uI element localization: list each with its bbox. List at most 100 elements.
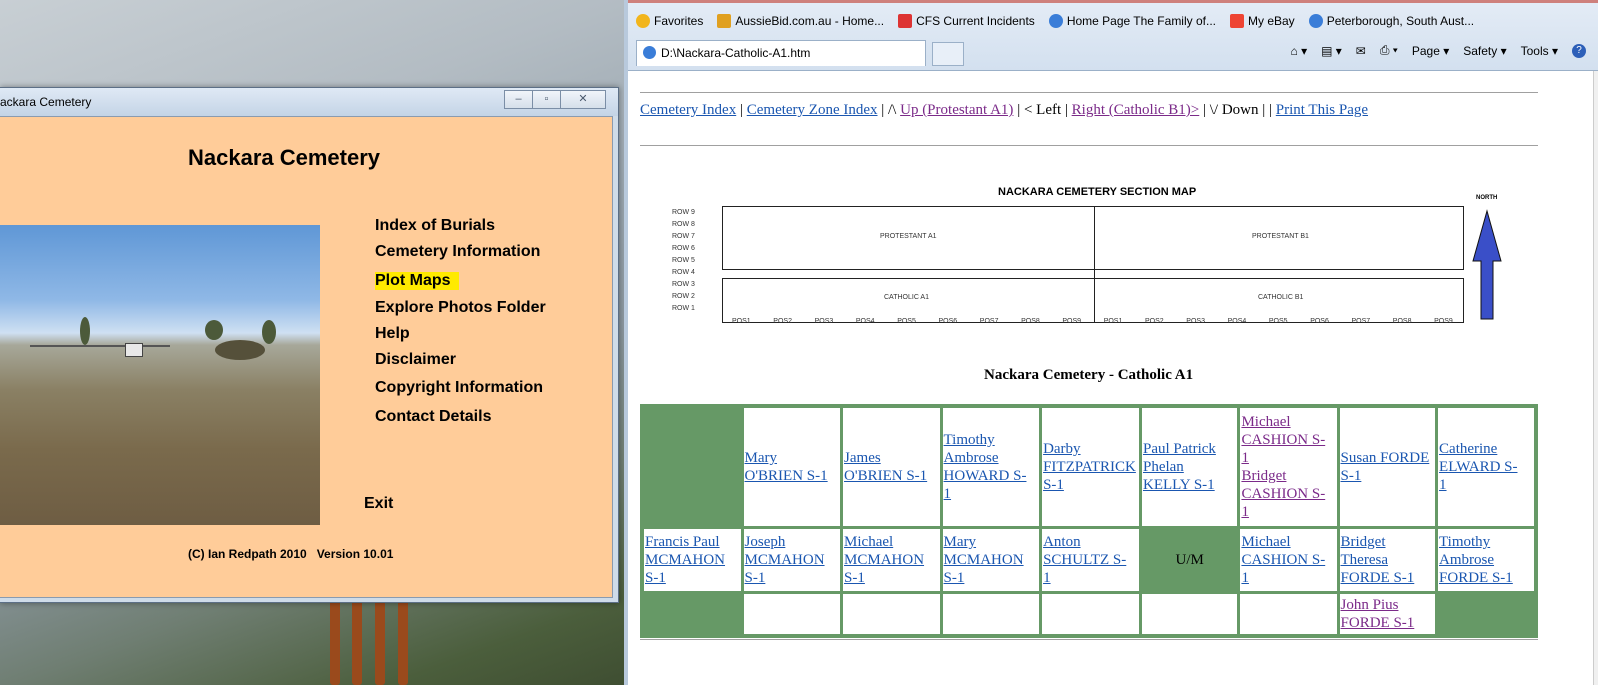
- plot-cell-blank: [843, 594, 940, 634]
- burial-link[interactable]: Darby FITZPATRICK S-1: [1043, 441, 1136, 493]
- link-print[interactable]: Print This Page: [1276, 102, 1368, 118]
- plot-cell: Susan FORDE S-1: [1339, 408, 1436, 526]
- burial-link[interactable]: Timothy Ambrose HOWARD S- 1: [944, 432, 1027, 502]
- ie-page-icon: [1048, 14, 1063, 28]
- burial-link[interactable]: Mary MCMAHON S-1: [944, 534, 1024, 586]
- burial-link[interactable]: Michael CASHION S- 1: [1241, 534, 1325, 586]
- menu-explore-photos-folder[interactable]: Explore Photos Folder: [375, 299, 546, 317]
- plot-cell-empty: [644, 408, 741, 526]
- gavel-icon: [717, 14, 732, 28]
- feeds-icon[interactable]: ▤ ▾: [1321, 44, 1342, 58]
- fav-link-aussiebid[interactable]: AussieBid.com.au - Home...: [717, 14, 884, 28]
- nav-separator: | < Left |: [1013, 102, 1072, 118]
- nackara-app-window: ackara Cemetery – ▫ ✕ Nackara Cemetery I…: [0, 87, 619, 603]
- burial-link[interactable]: Susan FORDE S-1: [1341, 450, 1430, 484]
- menu-index-of-burials[interactable]: Index of Burials: [375, 217, 495, 235]
- plot-cell: Mary MCMAHON S-1: [942, 529, 1040, 591]
- plot-cell: John Pius FORDE S-1: [1339, 594, 1436, 634]
- plot-grid: Mary O'BRIEN S-1 James O'BRIEN S-1 Timothy Am…: [640, 404, 1538, 638]
- page-content: Cemetery Index | Cemetery Zone Index | /…: [638, 71, 1538, 685]
- fav-link-peterborough[interactable]: Peterborough, South Aust...: [1308, 14, 1474, 28]
- link-zone-index[interactable]: Cemetery Zone Index: [747, 102, 878, 118]
- menu-contact-details[interactable]: Contact Details: [375, 408, 491, 426]
- menu-cemetery-information[interactable]: Cemetery Information: [375, 243, 540, 261]
- burial-link[interactable]: Michael MCMAHON S-1: [844, 534, 924, 586]
- exit-button[interactable]: Exit: [364, 495, 393, 513]
- map-position-label: POS8: [1021, 318, 1040, 325]
- favorites-button[interactable]: Favorites: [636, 14, 703, 28]
- menu-disclaimer[interactable]: Disclaimer: [375, 351, 456, 369]
- link-up[interactable]: Up (Protestant A1): [900, 102, 1013, 118]
- mail-icon[interactable]: ✉: [1356, 44, 1366, 58]
- help-icon[interactable]: ?: [1572, 43, 1586, 58]
- burial-link[interactable]: Anton SCHULTZ S- 1: [1043, 534, 1126, 586]
- menu-copyright-information[interactable]: Copyright Information: [375, 379, 543, 397]
- plot-row: Francis Paul MCMAHON S-1 Joseph MCMAHON S-1 Mi…: [644, 529, 1534, 591]
- safety-menu[interactable]: Safety ▾: [1463, 44, 1506, 58]
- menu-plot-maps[interactable]: Plot Maps: [375, 272, 459, 290]
- burial-link[interactable]: Mary O'BRIEN S-1: [745, 450, 828, 484]
- plot-cell-blank: [743, 594, 841, 634]
- map-position-label: POS8: [1392, 318, 1412, 325]
- menu-help[interactable]: Help: [375, 325, 410, 343]
- print-icon[interactable]: ⎙ ▾: [1380, 43, 1398, 58]
- app-titlebar[interactable]: ackara Cemetery – ▫ ✕: [0, 88, 618, 116]
- burial-link[interactable]: Paul Patrick Phelan KELLY S-1: [1143, 441, 1216, 493]
- map-position-label: POS3: [1186, 318, 1205, 325]
- map-row-label: ROW 3: [672, 281, 695, 288]
- tree: [80, 317, 90, 345]
- star-icon: [636, 14, 650, 28]
- plot-cell: Michael CASHION S- 1 Bridget CASHION S- 1: [1240, 408, 1337, 526]
- plot-cell: Paul Patrick Phelan KELLY S-1: [1141, 408, 1238, 526]
- home-icon[interactable]: ⌂ ▾: [1290, 44, 1307, 58]
- map-position-label: POS3: [814, 318, 834, 325]
- plot-cell: James O'BRIEN S-1: [843, 408, 940, 526]
- map-position-label: POS9: [1062, 318, 1082, 325]
- burial-link[interactable]: John Pius FORDE S-1: [1341, 597, 1415, 631]
- tab-active[interactable]: D:\Nackara-Catholic-A1.htm: [636, 40, 926, 66]
- sculpture-bar: [352, 590, 362, 685]
- tools-menu[interactable]: Tools ▾: [1521, 44, 1558, 58]
- burial-link[interactable]: Bridget Theresa FORDE S-1: [1341, 534, 1415, 586]
- minimize-button[interactable]: –: [504, 90, 533, 109]
- burial-link[interactable]: Timothy Ambrose FORDE S-1: [1439, 534, 1513, 586]
- page-menu[interactable]: Page ▾: [1412, 44, 1449, 58]
- map-row-label: ROW 5: [672, 257, 695, 264]
- close-button[interactable]: ✕: [560, 90, 606, 109]
- link-cemetery-index[interactable]: Cemetery Index: [640, 102, 736, 118]
- map-catholic-a1: CATHOLIC A1: [884, 294, 929, 301]
- scrollbar[interactable]: [1593, 71, 1598, 685]
- maximize-button[interactable]: ▫: [532, 90, 561, 109]
- plot-cell: Timothy Ambrose FORDE S-1: [1438, 529, 1534, 591]
- link-right[interactable]: Right (Catholic B1)>: [1072, 102, 1200, 118]
- map-north-label: NORTH: [1476, 195, 1498, 201]
- plot-cell: Catherine ELWARD S- 1: [1438, 408, 1534, 526]
- map-position-label: POS7: [1351, 318, 1371, 325]
- plot-cell: Michael MCMAHON S-1: [843, 529, 940, 591]
- sculpture-bar: [375, 590, 385, 685]
- divider: [640, 145, 1538, 146]
- burial-link[interactable]: Michael CASHION S- 1 Bridget CASHION S- 1: [1241, 414, 1325, 520]
- ie-page-icon: [643, 46, 656, 59]
- browser-window: Favorites AussieBid.com.au - Home... CFS…: [624, 0, 1598, 685]
- window-edge: [628, 0, 1598, 3]
- map-top-block: [722, 206, 1464, 270]
- map-position-label: POS6: [938, 318, 958, 325]
- map-title: NACKARA CEMETERY SECTION MAP: [998, 186, 1197, 198]
- burial-link[interactable]: Francis Paul MCMAHON S-1: [645, 534, 725, 586]
- burial-link[interactable]: Joseph MCMAHON S-1: [745, 534, 825, 586]
- map-position-label: POS7: [979, 318, 999, 325]
- burial-link[interactable]: Catherine ELWARD S- 1: [1439, 441, 1517, 493]
- plot-cell: Joseph MCMAHON S-1: [743, 529, 841, 591]
- fav-link-family[interactable]: Home Page The Family of...: [1048, 14, 1216, 28]
- tree: [205, 320, 223, 340]
- map-row-label: ROW 8: [672, 221, 695, 228]
- fav-link-cfs[interactable]: CFS Current Incidents: [898, 14, 1035, 28]
- nav-separator: |: [736, 102, 747, 118]
- burial-link[interactable]: James O'BRIEN S-1: [844, 450, 927, 484]
- new-tab-button[interactable]: [932, 42, 964, 66]
- map-divider: [1094, 206, 1095, 323]
- fav-link-ebay[interactable]: My eBay: [1230, 14, 1295, 28]
- map-catholic-b1: CATHOLIC B1: [1258, 294, 1304, 301]
- divider: [640, 639, 1538, 640]
